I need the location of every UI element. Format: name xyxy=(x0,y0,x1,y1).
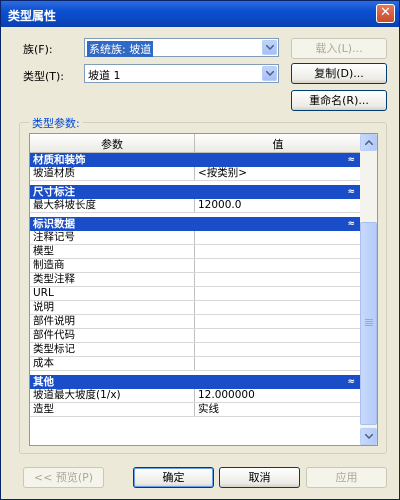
collapse-icon[interactable]: ≈ xyxy=(347,185,355,199)
grid-header: 参数 值 xyxy=(30,134,361,153)
table-row[interactable]: 坡道材质 <按类别> xyxy=(30,167,361,181)
category-header[interactable]: 材质和装饰 ≈ xyxy=(30,153,361,167)
chevron-down-icon[interactable] xyxy=(262,66,277,81)
type-select-value: 坡道 1 xyxy=(88,69,121,82)
family-select[interactable]: 系统族: 坡道 xyxy=(84,38,279,57)
vertical-scrollbar[interactable] xyxy=(360,134,377,445)
table-row[interactable]: 部件说明 xyxy=(30,315,361,329)
table-row[interactable]: 最大斜坡长度 12000.0 xyxy=(30,199,361,213)
parameter-name: 类型注释 xyxy=(33,273,75,285)
category-name: 尺寸标注 xyxy=(33,186,75,198)
close-icon[interactable]: ✕ xyxy=(376,4,395,23)
table-row[interactable]: 造型 实线 xyxy=(30,403,361,417)
rename-button[interactable]: 重命名(R)... xyxy=(291,90,387,111)
collapse-icon[interactable]: ≈ xyxy=(347,375,355,389)
parameter-name: 部件说明 xyxy=(33,315,75,327)
grid-rows: 材质和装饰 ≈ 坡道材质 <按类别> 尺寸标注 ≈ 最大斜坡长度 12000.0 标识数据 ≈ 注释… xyxy=(30,153,361,417)
family-label: 族(F): xyxy=(23,43,53,56)
chevron-down-icon[interactable] xyxy=(262,40,277,55)
window-title: 类型属性 xyxy=(8,9,57,23)
parameter-value[interactable]: 12.000000 xyxy=(198,389,255,402)
scroll-up-icon[interactable] xyxy=(360,134,377,151)
category-name: 材质和装饰 xyxy=(33,154,86,166)
table-row[interactable]: 制造商 xyxy=(30,259,361,273)
parameter-name: 说明 xyxy=(33,301,54,313)
parameter-value[interactable]: <按类别> xyxy=(198,167,247,180)
parameter-name: 注释记号 xyxy=(33,231,75,243)
scroll-down-icon[interactable] xyxy=(360,428,377,445)
table-row[interactable]: 成本 xyxy=(30,357,361,371)
family-select-value: 系统族: 坡道 xyxy=(87,41,154,57)
load-button[interactable]: 载入(L)... xyxy=(291,38,387,59)
collapse-icon[interactable]: ≈ xyxy=(347,217,355,231)
parameter-name: 最大斜坡长度 xyxy=(33,199,96,211)
parameter-name: 部件代码 xyxy=(33,329,75,341)
category-header[interactable]: 尺寸标注 ≈ xyxy=(30,185,361,199)
parameter-name: 坡道最大坡度(1/x) xyxy=(33,389,121,401)
table-row[interactable]: 部件代码 xyxy=(30,329,361,343)
column-header-parameter[interactable]: 参数 xyxy=(30,136,194,152)
table-row[interactable]: 模型 xyxy=(30,245,361,259)
table-row[interactable]: 说明 xyxy=(30,301,361,315)
category-header[interactable]: 其他 ≈ xyxy=(30,375,361,389)
parameter-value[interactable]: 12000.0 xyxy=(198,199,241,212)
category-header[interactable]: 标识数据 ≈ xyxy=(30,217,361,231)
category-name: 标识数据 xyxy=(33,218,75,230)
ok-button[interactable]: 确定 xyxy=(133,467,214,488)
parameters-grid: 参数 值 材质和装饰 ≈ 坡道材质 <按类别> 尺寸标注 ≈ 最大斜坡长度 12000.0 标识… xyxy=(29,133,378,446)
category-name: 其他 xyxy=(33,376,54,388)
column-header-value[interactable]: 值 xyxy=(195,136,361,152)
parameter-name: 成本 xyxy=(33,357,54,369)
table-row[interactable]: 注释记号 xyxy=(30,231,361,245)
parameter-name: 坡道材质 xyxy=(33,167,75,179)
preview-button[interactable]: << 预览(P) xyxy=(23,467,104,488)
scrollbar-thumb[interactable] xyxy=(360,222,377,425)
type-select[interactable]: 坡道 1 xyxy=(84,64,279,83)
collapse-icon[interactable]: ≈ xyxy=(347,153,355,167)
table-row[interactable]: URL xyxy=(30,287,361,301)
type-parameters-label: 类型参数: xyxy=(29,115,83,131)
parameter-value[interactable]: 实线 xyxy=(198,403,219,416)
table-row[interactable]: 类型注释 xyxy=(30,273,361,287)
type-properties-dialog: 类型属性 ✕ 族(F): 系统族: 坡道 载入(L)... 类型(T): 坡道 … xyxy=(0,0,400,500)
parameter-name: 模型 xyxy=(33,245,54,257)
parameter-name: URL xyxy=(33,287,54,299)
apply-button[interactable]: 应用 xyxy=(306,467,387,488)
title-bar[interactable]: 类型属性 ✕ xyxy=(1,1,399,27)
parameter-name: 制造商 xyxy=(33,259,65,271)
table-row[interactable]: 坡道最大坡度(1/x) 12.000000 xyxy=(30,389,361,403)
parameter-name: 类型标记 xyxy=(33,343,75,355)
duplicate-button[interactable]: 复制(D)... xyxy=(291,63,387,84)
table-row[interactable]: 类型标记 xyxy=(30,343,361,357)
cancel-button[interactable]: 取消 xyxy=(219,467,300,488)
type-label: 类型(T): xyxy=(23,70,65,83)
parameter-name: 造型 xyxy=(33,403,54,415)
